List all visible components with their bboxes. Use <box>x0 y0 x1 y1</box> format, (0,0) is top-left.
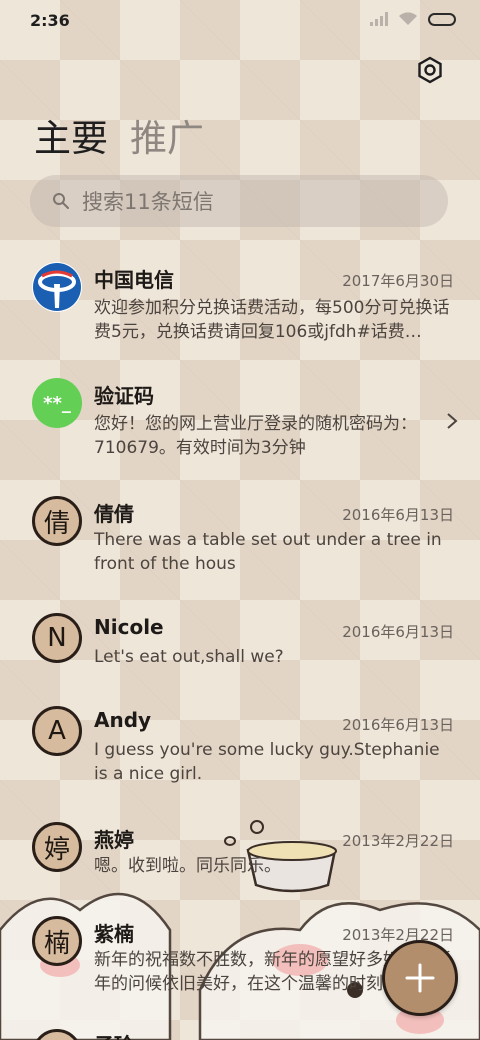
status-bar: 2:36 <box>0 0 480 42</box>
tab-bar: 主要 推广 <box>34 108 204 162</box>
avatar: N <box>32 613 82 663</box>
list-item[interactable]: 中国电信 2017年6月30日 欢迎参加积分兑换话费活动，每500分可兑换话费5… <box>0 254 480 364</box>
message-date: 2013年2月22日 <box>342 832 454 850</box>
gear-icon[interactable] <box>416 56 444 84</box>
message-preview: There was a table set out under a tree i… <box>94 530 442 574</box>
tab-promotions[interactable]: 推广 <box>130 108 204 162</box>
message-date: 2016年6月13日 <box>342 506 454 524</box>
list-item[interactable]: N Nicole 2016年6月13日 Let's eat out,shall … <box>0 605 480 685</box>
avatar: 婷 <box>32 822 82 872</box>
wifi-icon <box>399 12 417 25</box>
sender-name: Nicole <box>94 615 164 639</box>
sender-name: 燕婷 <box>94 828 134 852</box>
sender-name: 倩倩 <box>94 502 134 526</box>
message-date: 2016年6月13日 <box>342 716 454 734</box>
list-item[interactable]: 子玲 <box>0 1025 480 1040</box>
message-date: 2016年6月13日 <box>342 623 454 641</box>
status-time: 2:36 <box>30 11 70 30</box>
message-preview: Let's eat out,shall we? <box>94 647 284 667</box>
tab-primary[interactable]: 主要 <box>34 108 108 162</box>
list-item[interactable]: A Andy 2016年6月13日 I guess you're some lu… <box>0 698 480 808</box>
sender-name: Andy <box>94 708 152 732</box>
chevron-right-icon[interactable] <box>446 412 458 430</box>
verification-code-icon: **_ <box>32 378 82 428</box>
battery-icon <box>428 12 456 26</box>
message-preview: I guess you're some lucky guy.Stephanie … <box>94 740 440 784</box>
avatar: 楠 <box>32 916 82 966</box>
new-message-button[interactable] <box>382 940 458 1016</box>
message-preview: 欢迎参加积分兑换话费活动，每500分可兑换话费5元，兑换话费请回复106或jfd… <box>94 298 450 342</box>
list-item[interactable]: 婷 燕婷 2013年2月22日 嗯。收到啦。同乐同乐。 <box>0 814 480 894</box>
message-date: 2013年2月22日 <box>342 926 454 944</box>
signal-icon <box>370 12 388 26</box>
message-preview: 您好！您的网上营业厅登录的随机密码为：710679。有效时间为3分钟 <box>94 414 417 458</box>
plus-icon <box>405 963 435 993</box>
avatar: A <box>32 706 82 756</box>
sender-name: 子玲 <box>94 1029 134 1040</box>
avatar: 倩 <box>32 496 82 546</box>
search-input[interactable]: 搜索11条短信 <box>30 175 448 227</box>
message-date: 2017年6月30日 <box>342 272 454 290</box>
sender-name: 验证码 <box>94 384 154 408</box>
message-preview: 嗯。收到啦。同乐同乐。 <box>94 856 281 876</box>
list-item[interactable]: **_ 验证码 您好！您的网上营业厅登录的随机密码为：710679。有效时间为3… <box>0 370 480 480</box>
avatar <box>32 1029 82 1040</box>
china-telecom-logo-icon <box>32 262 82 312</box>
search-placeholder: 搜索11条短信 <box>82 190 214 214</box>
list-item[interactable]: 倩 倩倩 2016年6月13日 There was a table set ou… <box>0 488 480 598</box>
search-icon <box>53 193 69 209</box>
sender-name: 中国电信 <box>94 268 174 292</box>
status-icons <box>370 12 456 26</box>
sender-name: 紫楠 <box>94 922 134 946</box>
